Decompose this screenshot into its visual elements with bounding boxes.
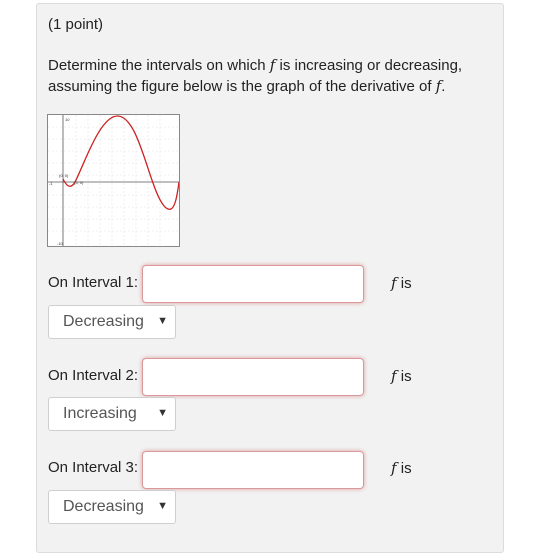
interval-3-input[interactable] (142, 451, 364, 489)
point-label: (0, 0) (59, 173, 69, 178)
y-bottom-label: -10 (57, 241, 64, 246)
interval-2-label: On Interval 2: (48, 367, 139, 384)
interval-1-f-is: f is (391, 274, 412, 292)
interval-1-input[interactable] (142, 265, 364, 303)
is-text: is (396, 368, 412, 385)
interval-2-f-is: f is (391, 367, 412, 385)
points-label: (1 point) (48, 16, 104, 33)
is-text: is (396, 275, 412, 292)
point-label: (5, 0) (74, 180, 84, 185)
interval-3-label: On Interval 3: (48, 459, 139, 476)
graph-svg: 10 -10 -1 (0, 0) (5, 0) (48, 115, 179, 246)
interval-2-input[interactable] (142, 358, 364, 396)
select-value: Decreasing (63, 498, 144, 515)
dropdown-arrow-icon: ▼ (157, 407, 168, 419)
problem-prompt: Determine the intervals on which f is in… (48, 55, 478, 97)
dropdown-arrow-icon: ▼ (157, 315, 168, 327)
interval-1-select[interactable]: Decreasing ▼ (48, 305, 176, 339)
select-value: Increasing (63, 405, 137, 422)
select-value: Decreasing (63, 313, 144, 330)
prompt-text-3: . (441, 78, 446, 95)
interval-1-label: On Interval 1: (48, 274, 139, 291)
grid-lines (48, 115, 179, 246)
interval-2-select[interactable]: Increasing ▼ (48, 397, 176, 431)
prompt-text-1: Determine the intervals on which (48, 57, 270, 74)
derivative-curve (62, 115, 179, 210)
y-top-label: 10 (65, 117, 70, 122)
is-text: is (396, 460, 412, 477)
interval-3-select[interactable]: Decreasing ▼ (48, 490, 176, 524)
dropdown-arrow-icon: ▼ (157, 500, 168, 512)
interval-3-f-is: f is (391, 459, 412, 477)
derivative-graph[interactable]: 10 -10 -1 (0, 0) (5, 0) (47, 114, 180, 247)
